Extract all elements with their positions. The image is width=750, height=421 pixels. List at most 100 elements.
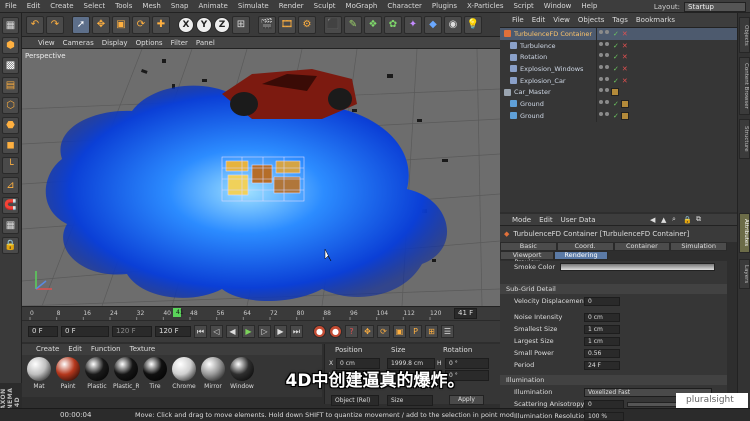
obj-menu-file[interactable]: File <box>512 16 524 24</box>
prev-key-icon[interactable]: ◁ <box>210 325 223 338</box>
menu-simulate[interactable]: Simulate <box>233 0 274 13</box>
vp-menu-filter[interactable]: Filter <box>171 39 188 47</box>
velocity-displacement-field[interactable]: 0 <box>584 296 620 306</box>
object-row[interactable]: Car_Master <box>500 86 737 99</box>
attr-menu-mode[interactable]: Mode <box>512 216 531 224</box>
coordinate-system-icon[interactable]: ⊞ <box>232 15 250 34</box>
nav-up-icon[interactable]: ▲ <box>661 216 666 224</box>
menu-mograph[interactable]: MoGraph <box>341 0 383 13</box>
vp-menu-options[interactable]: Options <box>136 39 163 47</box>
floor-icon[interactable]: ◆ <box>424 15 442 34</box>
array-icon[interactable]: ✿ <box>384 15 402 34</box>
object-row[interactable]: Ground ✓ <box>500 98 737 110</box>
enable-axis-icon[interactable]: └ <box>2 157 19 174</box>
z-axis-toggle[interactable]: Z <box>214 16 230 33</box>
pla-key-icon[interactable]: ⊞ <box>425 325 438 338</box>
workplane-icon[interactable]: ▤ <box>2 77 19 94</box>
mat-menu-edit[interactable]: Edit <box>68 344 82 355</box>
object-row[interactable]: Explosion_Windows ✓ ✕ <box>500 63 737 75</box>
tab-structure[interactable]: Structure <box>739 119 750 159</box>
tab-container[interactable]: Container <box>613 242 671 251</box>
subgrid-section[interactable]: Sub-Grid Detail <box>500 284 727 294</box>
obj-menu-view[interactable]: View <box>553 16 570 24</box>
timeline-end-field[interactable]: 41 F <box>454 308 478 319</box>
next-frame-icon[interactable]: ▷ <box>258 325 271 338</box>
recent-tool-icon[interactable]: ✚ <box>152 15 170 34</box>
timeline-ruler[interactable]: 0 8 16 24 32 40 48 56 64 72 80 88 96 104 112 120 41 41 … <box>22 306 500 321</box>
menu-create[interactable]: Create <box>45 0 78 13</box>
coords-mode-dropdown[interactable]: Object (Rel) <box>331 395 379 406</box>
vp-menu-view[interactable]: View <box>38 39 55 47</box>
scattering-field[interactable]: 0 <box>584 399 624 409</box>
menu-render[interactable]: Render <box>274 0 309 13</box>
x-axis-toggle[interactable]: X <box>178 16 194 33</box>
visibility-dots[interactable]: ✓ ✕ <box>599 76 628 85</box>
visibility-dots[interactable]: ✓ ✕ <box>599 53 628 61</box>
visibility-dots[interactable]: ✓ <box>599 111 629 120</box>
menu-plugins[interactable]: Plugins <box>427 0 462 13</box>
cube-icon[interactable]: ⬛ <box>324 15 342 34</box>
subdivision-surface-icon[interactable]: ❖ <box>364 15 382 34</box>
largest-size-field[interactable]: 1 cm <box>584 336 620 346</box>
tab-objects[interactable]: Objects <box>739 17 750 53</box>
menu-snap[interactable]: Snap <box>166 0 194 13</box>
autokey-icon[interactable]: ● <box>329 325 342 338</box>
keyframe-selection-icon[interactable]: ? <box>345 325 358 338</box>
menu-help[interactable]: Help <box>576 0 602 13</box>
visibility-dots[interactable]: ✓ ✕ <box>599 41 628 50</box>
render-settings-icon[interactable]: ⚙ <box>298 15 316 34</box>
smoke-color-gradient[interactable] <box>560 263 715 271</box>
visibility-dots[interactable]: ✓ ✕ <box>599 64 628 73</box>
material-tag-icon[interactable] <box>620 111 629 120</box>
obj-menu-objects[interactable]: Objects <box>578 16 604 24</box>
render-view-icon[interactable]: 🎬 <box>258 15 276 34</box>
scale-tool-icon[interactable]: ▣ <box>112 15 130 34</box>
record-icon[interactable]: ● <box>313 325 326 338</box>
object-row[interactable]: Turbulence ✓ ✕ <box>500 39 737 52</box>
noise-intensity-field[interactable]: 0 cm <box>584 312 620 322</box>
prev-frame-icon[interactable]: ◀ <box>226 325 239 338</box>
object-row[interactable]: Ground ✓ <box>500 109 737 122</box>
smallest-size-field[interactable]: 1 cm <box>584 324 620 334</box>
visibility-dots[interactable]: ✓ <box>599 99 629 108</box>
snapping-icon[interactable]: 🧲 <box>2 197 19 214</box>
tab-rendering[interactable]: Rendering <box>554 251 608 260</box>
apply-button[interactable]: Apply <box>449 395 484 405</box>
object-row[interactable]: TurbulenceFD Container ✓ ✕ <box>500 28 737 40</box>
material-tag-icon[interactable] <box>620 99 629 108</box>
move-key-icon[interactable]: ✥ <box>361 325 374 338</box>
search-icon[interactable]: ⌕ <box>672 215 676 224</box>
tab-viewport-preview[interactable]: Viewport Preview <box>500 251 554 266</box>
menu-animate[interactable]: Animate <box>193 0 232 13</box>
tab-layers[interactable]: Layers <box>739 259 750 289</box>
3d-viewport[interactable]: Perspective <box>22 49 500 306</box>
polygons-mode-icon[interactable]: ◼ <box>2 137 19 154</box>
menu-script[interactable]: Script <box>508 0 538 13</box>
visibility-dots[interactable] <box>599 88 619 97</box>
object-row[interactable]: Explosion_Car ✓ ✕ <box>500 74 737 87</box>
render-picture-viewer-icon[interactable]: 🎞 <box>278 15 296 34</box>
obj-menu-bookmarks[interactable]: Bookmarks <box>636 16 675 24</box>
coords-size-dropdown[interactable]: Size <box>387 395 433 406</box>
move-tool-icon[interactable]: ✥ <box>92 15 110 34</box>
attr-menu-user-data[interactable]: User Data <box>561 216 596 224</box>
rotate-tool-icon[interactable]: ⟳ <box>132 15 150 34</box>
attr-menu-edit[interactable]: Edit <box>539 216 553 224</box>
menu-file[interactable]: File <box>0 0 22 13</box>
obj-menu-tags[interactable]: Tags <box>612 16 628 24</box>
nav-back-icon[interactable]: ◀ <box>650 216 655 224</box>
workplane-lock-icon[interactable]: ▦ <box>2 217 19 234</box>
max-frame-field[interactable]: 120 F <box>155 326 191 337</box>
spline-pen-icon[interactable]: ✎ <box>344 15 362 34</box>
tab-content-browser[interactable]: Content Browser <box>739 57 750 115</box>
next-key-icon[interactable]: ▶ <box>274 325 287 338</box>
menu-select[interactable]: Select <box>79 0 111 13</box>
mat-menu-create[interactable]: Create <box>36 344 59 355</box>
go-to-end-icon[interactable]: ⏭ <box>290 325 303 338</box>
undo-icon[interactable]: ↶ <box>26 15 44 34</box>
mat-menu-texture[interactable]: Texture <box>130 344 156 355</box>
menu-character[interactable]: Character <box>382 0 427 13</box>
edges-mode-icon[interactable]: ⬣ <box>2 117 19 134</box>
lock-icon[interactable]: 🔒 <box>683 216 692 224</box>
illum-resolution-field[interactable]: 100 % <box>584 411 624 421</box>
